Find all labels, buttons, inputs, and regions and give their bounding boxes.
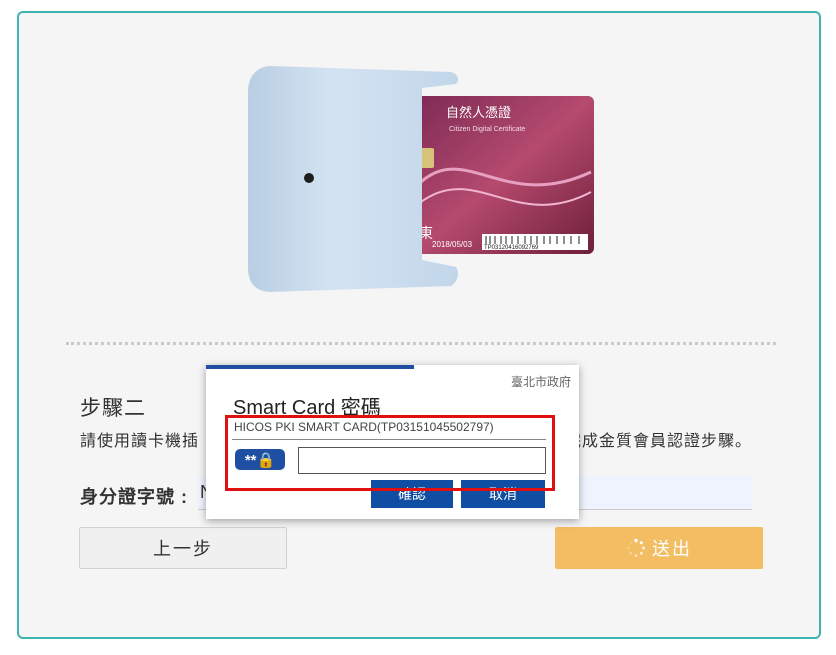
pin-input[interactable]	[298, 447, 546, 474]
card-serial: TP03120416092769	[484, 245, 539, 251]
id-number-label: 身分證字號 :	[80, 487, 188, 507]
confirm-button[interactable]: 確認	[371, 480, 453, 508]
card-date: 2018/05/03	[432, 240, 473, 249]
card-title: 自然人憑證	[446, 105, 511, 120]
dotted-divider	[66, 342, 776, 345]
card-info: HICOS PKI SMART CARD(TP03151045502797)	[234, 420, 494, 434]
loading-spinner-icon	[627, 538, 645, 557]
dialog-title: Smart Card 密碼	[233, 397, 381, 419]
step-title: 步驟二	[80, 397, 146, 420]
card-subtitle: Citizen Digital Certificate	[449, 126, 525, 133]
submit-label: 送出	[652, 539, 692, 559]
previous-step-button[interactable]: 上一步	[79, 527, 287, 569]
card-reader-illustration: 自然人憑證 Citizen Digital Certificate 2018/0…	[246, 62, 596, 297]
password-lock-icon: **🔒	[235, 449, 285, 470]
submit-button[interactable]: 送出	[555, 527, 763, 569]
dialog-top-bar	[206, 365, 414, 369]
dialog-organization: 臺北市政府	[510, 375, 571, 389]
dialog-separator	[232, 439, 546, 440]
smart-card-pin-dialog: 臺北市政府 Smart Card 密碼 HICOS PKI SMART CARD…	[206, 365, 579, 519]
previous-step-label: 上一步	[153, 539, 213, 559]
cancel-button[interactable]: 取消	[461, 480, 545, 508]
step-description-end: 完成金質會員認證步驟。	[565, 433, 753, 450]
step-description: 請使用讀卡機插	[80, 433, 200, 450]
